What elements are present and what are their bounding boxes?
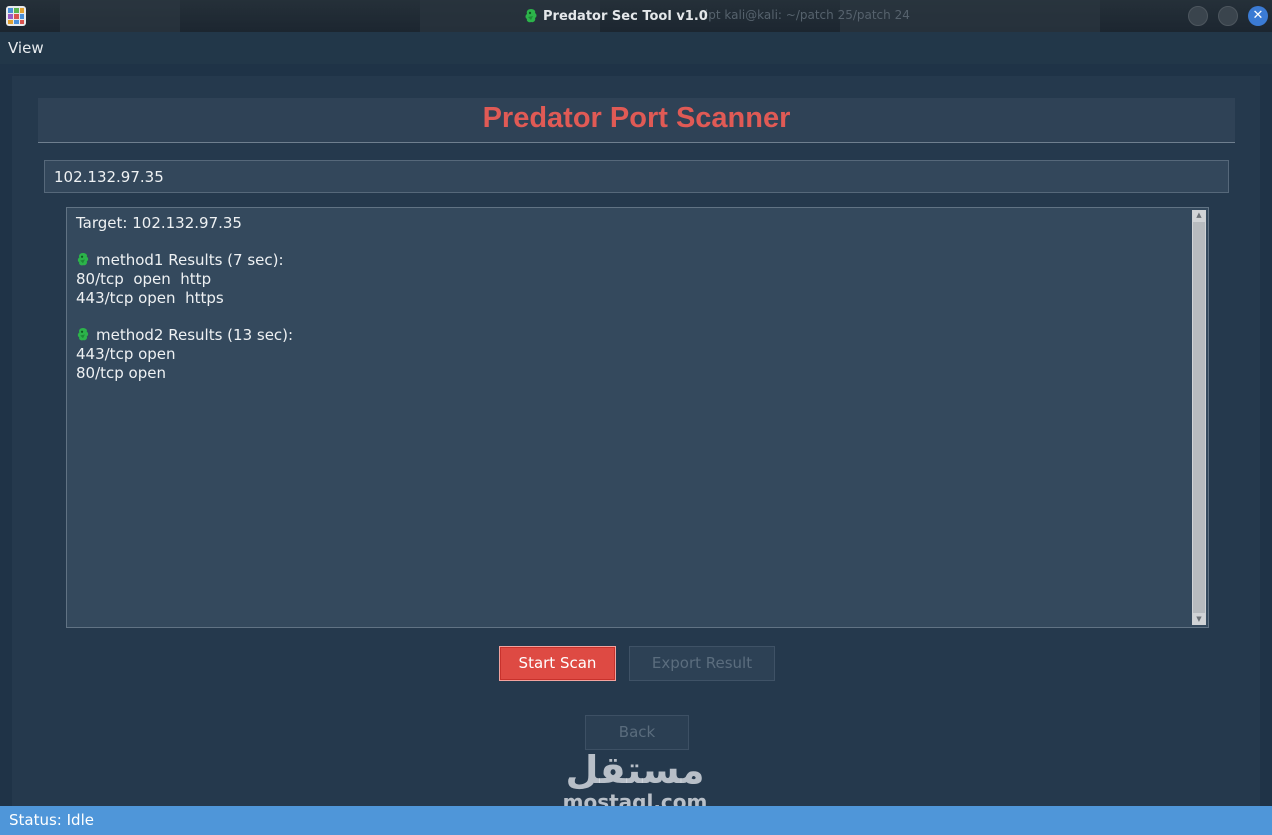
maximize-button[interactable]	[1218, 6, 1238, 26]
back-button[interactable]: Back	[585, 715, 689, 750]
output-line-text: method2 Results (13 sec):	[96, 326, 294, 345]
scroll-down-icon[interactable]: ▼	[1192, 614, 1206, 625]
scroll-up-icon[interactable]: ▲	[1192, 210, 1206, 221]
output-line-text: Target: 102.132.97.35	[76, 214, 242, 232]
output-lines: Target: 102.132.97.35 method1 Results (7 …	[76, 214, 1176, 382]
output-line-text: 80/tcp open http	[76, 270, 212, 289]
window-title: Predator Sec Tool v1.0	[524, 7, 708, 25]
output-line: method2 Results (13 sec):	[76, 326, 1176, 345]
output-line: 443/tcp open https	[76, 289, 1176, 308]
dragon-icon	[525, 9, 537, 23]
output-line: Target: 102.132.97.35	[76, 214, 1176, 233]
scrollbar-thumb[interactable]	[1193, 222, 1205, 613]
window-title-text: Predator Sec Tool v1.0	[543, 8, 708, 24]
output-line: method1 Results (7 sec):	[76, 251, 1176, 270]
page-title: Predator Port Scanner	[482, 102, 791, 134]
app-menu-icon[interactable]	[6, 6, 26, 26]
close-button[interactable]: ✕	[1248, 6, 1268, 26]
status-bar: Status: Idle	[0, 806, 1272, 835]
target-input[interactable]	[44, 160, 1229, 193]
output-blank-line	[76, 307, 1176, 326]
output-line-text: method1 Results (7 sec):	[96, 251, 284, 270]
output-line: 443/tcp open	[76, 345, 1176, 364]
start-scan-button[interactable]: Start Scan	[499, 646, 616, 681]
output-line-text: 443/tcp open	[76, 344, 176, 363]
menu-item-view[interactable]: View	[8, 39, 44, 57]
output-line: 80/tcp open	[76, 364, 1176, 383]
dragon-icon	[76, 252, 90, 271]
header-bar: Predator Port Scanner	[38, 98, 1235, 143]
export-result-button[interactable]: Export Result	[629, 646, 775, 681]
app-window: ript kali@kali: ~/patch 25/patch 24 Pred…	[0, 0, 1272, 835]
background-window-title: ript kali@kali: ~/patch 25/patch 24	[700, 8, 910, 22]
dragon-icon	[76, 327, 90, 346]
output-line: 80/tcp open http	[76, 270, 1176, 289]
minimize-button[interactable]	[1188, 6, 1208, 26]
status-text: Status: Idle	[9, 811, 94, 829]
close-icon: ✕	[1252, 8, 1264, 23]
titlebar-background-shade	[60, 0, 180, 32]
output-textarea[interactable]: Target: 102.132.97.35 method1 Results (7 …	[66, 207, 1209, 628]
output-line-text: 443/tcp open https	[76, 288, 224, 307]
output-line-text: 80/tcp open	[76, 363, 166, 382]
menu-bar: View	[0, 32, 1272, 64]
output-blank-line	[76, 233, 1176, 252]
title-bar[interactable]: ript kali@kali: ~/patch 25/patch 24 Pred…	[0, 0, 1272, 32]
scrollbar[interactable]: ▲ ▼	[1192, 210, 1206, 625]
